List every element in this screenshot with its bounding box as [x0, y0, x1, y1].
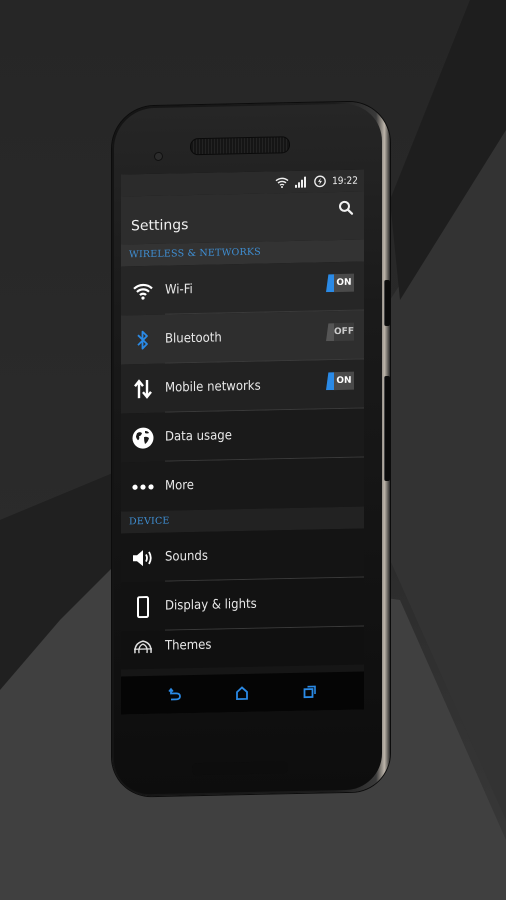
bottom-speaker	[192, 761, 288, 776]
wifi-toggle[interactable]: ON	[326, 273, 354, 293]
signal-icon	[294, 176, 308, 188]
settings-item-sounds[interactable]: Sounds	[121, 528, 364, 583]
power-button[interactable]	[384, 280, 390, 326]
clock: 19:22	[332, 175, 358, 187]
phone-display-icon	[121, 595, 165, 618]
settings-item-mobile-networks[interactable]: Mobile networks ON	[121, 359, 364, 414]
settings-item-label: Data usage	[165, 428, 232, 445]
settings-item-label: Display & lights	[165, 596, 257, 614]
speaker-icon	[121, 548, 165, 567]
settings-item-label: Bluetooth	[165, 330, 222, 347]
page-title: Settings	[131, 217, 189, 235]
home-icon[interactable]	[233, 684, 251, 702]
settings-item-label: Sounds	[165, 548, 208, 565]
globe-icon	[121, 426, 165, 449]
settings-item-bluetooth[interactable]: Bluetooth OFF	[121, 310, 364, 365]
toggle-state: ON	[334, 273, 354, 293]
front-camera	[154, 151, 163, 162]
settings-item-data-usage[interactable]: Data usage	[121, 408, 364, 463]
themes-icon	[121, 639, 165, 656]
toggle-state: ON	[334, 371, 354, 391]
settings-item-more[interactable]: More	[121, 457, 364, 512]
recents-icon[interactable]	[301, 682, 319, 700]
settings-item-themes[interactable]: Themes	[121, 626, 364, 670]
search-icon[interactable]	[338, 200, 354, 216]
mobile-networks-toggle[interactable]: ON	[326, 371, 354, 391]
settings-item-display[interactable]: Display & lights	[121, 577, 364, 632]
wifi-icon	[121, 281, 165, 300]
action-bar: Settings	[121, 191, 364, 245]
bluetooth-toggle[interactable]: OFF	[326, 322, 354, 342]
bluetooth-icon	[121, 328, 165, 351]
toggle-knob	[326, 323, 334, 341]
toggle-state: OFF	[334, 322, 354, 342]
settings-item-label: More	[165, 478, 194, 494]
toggle-knob	[326, 274, 334, 292]
settings-item-label: Wi-Fi	[165, 282, 193, 298]
navigation-bar	[121, 671, 364, 715]
settings-item-wifi[interactable]: Wi-Fi ON	[121, 261, 364, 316]
data-arrows-icon	[121, 378, 165, 399]
settings-item-label: Mobile networks	[165, 378, 261, 396]
wifi-icon	[275, 176, 289, 188]
volume-button[interactable]	[384, 376, 390, 481]
toggle-knob	[326, 372, 334, 390]
settings-item-label: Themes	[165, 637, 212, 654]
phone-screen: 19:22 Settings WIRELESS & NETWORKS Wi-Fi…	[121, 169, 364, 715]
battery-charging-icon	[313, 175, 327, 188]
earpiece-speaker	[190, 136, 290, 156]
back-icon[interactable]	[166, 685, 184, 703]
more-dots-icon	[121, 483, 165, 490]
